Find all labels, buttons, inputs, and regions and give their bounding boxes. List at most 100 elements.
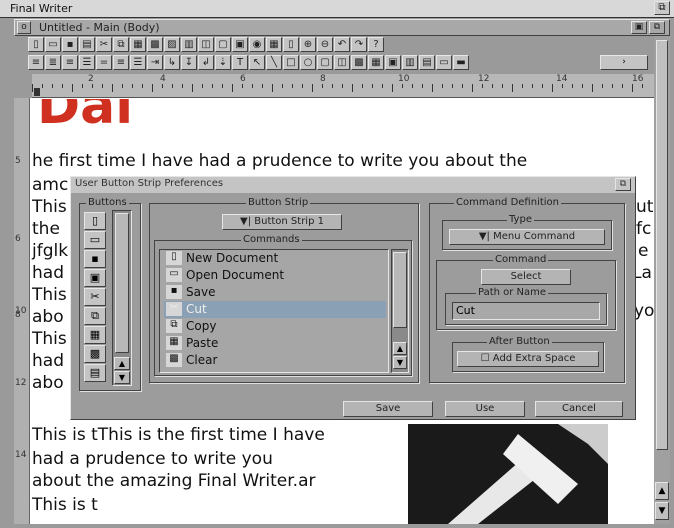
commands-scroll-thumb[interactable] xyxy=(393,252,407,328)
commands-list[interactable]: ▯ New Document ▭ Open Document ▪ Save ✂ Cut … xyxy=(159,249,389,373)
disk-icon[interactable]: ▪ xyxy=(84,250,106,268)
copy-icon[interactable]: ⧉ xyxy=(113,37,129,52)
rounded-box-icon[interactable]: ▢ xyxy=(317,55,333,70)
align-center-icon[interactable]: ≣ xyxy=(45,55,61,70)
save-disk-icon[interactable]: ▪ xyxy=(62,37,78,52)
page-icon[interactable]: ▯ xyxy=(84,212,106,230)
table-icon[interactable]: ▥ xyxy=(181,37,197,52)
ruler-tick xyxy=(572,84,573,88)
zoom-in-icon[interactable]: ⊕ xyxy=(300,37,316,52)
new-document-icon[interactable]: ▯ xyxy=(28,37,44,52)
justify-icon[interactable]: ☰ xyxy=(79,55,95,70)
dialog-depth-icon[interactable]: ⧉ xyxy=(615,178,631,191)
scroll-down-arrow-icon[interactable]: ▼ xyxy=(393,356,407,369)
column-icon[interactable]: ▥ xyxy=(402,55,418,70)
zoom-out-icon[interactable]: ⊖ xyxy=(317,37,333,52)
spacing-double-icon[interactable]: ≡ xyxy=(113,55,129,70)
list-item[interactable]: ▪ Save xyxy=(164,284,386,301)
spacing-single-icon[interactable]: = xyxy=(96,55,112,70)
fill-icon[interactable]: ▩ xyxy=(351,55,367,70)
tab-left-icon[interactable]: ↳ xyxy=(164,55,180,70)
save-button[interactable]: Save xyxy=(343,401,433,417)
ruler-tick xyxy=(242,84,243,88)
clear-icon[interactable]: ▨ xyxy=(164,37,180,52)
clear-icon[interactable]: ▩ xyxy=(84,345,106,363)
embedded-image[interactable] xyxy=(408,424,608,524)
use-button[interactable]: Use xyxy=(445,401,525,417)
cancel-button[interactable]: Cancel xyxy=(535,401,623,417)
scroll-down-arrow-icon[interactable]: ▼ xyxy=(114,371,130,384)
graphic-icon[interactable]: ◫ xyxy=(198,37,214,52)
tab-right-icon[interactable]: ↲ xyxy=(198,55,214,70)
vertical-ruler: 5 6 8 10 12 14 xyxy=(14,98,30,524)
commands-scrollbar[interactable]: ▲ ▼ xyxy=(391,249,409,373)
frame-tool-icon[interactable]: ◫ xyxy=(334,55,350,70)
list-item[interactable]: ▯ New Document xyxy=(164,250,386,267)
align-right-icon[interactable]: ≡ xyxy=(62,55,78,70)
oval-tool-icon[interactable]: ○ xyxy=(300,55,316,70)
print-icon[interactable]: ▤ xyxy=(79,37,95,52)
grid-icon[interactable]: ▦ xyxy=(266,37,282,52)
scroll-down-arrow-icon[interactable]: ▼ xyxy=(655,502,669,520)
copy-icon[interactable]: ⧉ xyxy=(84,307,106,325)
scissors-icon[interactable]: ✂ xyxy=(84,288,106,306)
buttons-scrollbar[interactable]: ▲ ▼ xyxy=(112,210,132,386)
dialog-title-bar[interactable]: User Button Strip Preferences ⧉ xyxy=(71,177,635,193)
add-extra-space-checkbox[interactable]: ☐ Add Extra Space xyxy=(457,351,599,367)
table-icon[interactable]: ▤ xyxy=(84,364,106,382)
image-icon[interactable]: ▩ xyxy=(147,37,163,52)
type-cycle[interactable]: ▼| Menu Command xyxy=(449,229,605,245)
undo-icon[interactable]: ↶ xyxy=(334,37,350,52)
tab-center-icon[interactable]: ↧ xyxy=(181,55,197,70)
list-item[interactable]: ▦ Paste xyxy=(164,335,386,352)
disk-icon[interactable]: ▣ xyxy=(84,269,106,287)
footer-icon[interactable]: ▬ xyxy=(453,55,469,70)
picture-icon[interactable]: ▣ xyxy=(385,55,401,70)
header-icon[interactable]: ▭ xyxy=(436,55,452,70)
scroll-up-arrow-icon[interactable]: ▲ xyxy=(655,482,669,500)
paste-icon[interactable]: ▦ xyxy=(84,326,106,344)
tab-decimal-icon[interactable]: ⇣ xyxy=(215,55,231,70)
ruler-margin-marker[interactable] xyxy=(34,88,40,96)
path-field[interactable]: Cut xyxy=(452,302,600,320)
screen-depth-gadget[interactable]: ⧉ xyxy=(654,1,670,15)
scrollbar-thumb[interactable] xyxy=(656,40,668,450)
line-tool-icon[interactable]: ╲ xyxy=(266,55,282,70)
box-tool-icon[interactable]: □ xyxy=(283,55,299,70)
zoom-gadget-icon[interactable]: ▣ xyxy=(631,21,647,34)
buttons-scroll-thumb[interactable] xyxy=(115,213,129,353)
textbox-icon[interactable]: ▣ xyxy=(232,37,248,52)
folder-icon[interactable]: ▭ xyxy=(84,231,106,249)
scroll-up-arrow-icon[interactable]: ▲ xyxy=(393,342,407,355)
ruler-tick xyxy=(562,84,563,88)
scroll-up-arrow-icon[interactable]: ▲ xyxy=(114,357,130,370)
button-strip-cycle[interactable]: ▼| Button Strip 1 xyxy=(222,214,342,230)
list-item-selected[interactable]: ✂ Cut xyxy=(164,301,386,318)
list-item[interactable]: ⧉ Copy xyxy=(164,318,386,335)
list-item[interactable]: ▩ Clear xyxy=(164,352,386,369)
close-gadget-icon[interactable]: o xyxy=(17,21,31,34)
paste-icon[interactable]: ▦ xyxy=(130,37,146,52)
window-title-bar[interactable]: o Untitled - Main (Body) ▣ ⧉ xyxy=(14,19,670,36)
cut-icon[interactable]: ✂ xyxy=(96,37,112,52)
ruler-tick xyxy=(42,84,43,88)
page-icon[interactable]: ▯ xyxy=(283,37,299,52)
doc-line: amc xyxy=(32,175,69,195)
view-icon[interactable]: ◉ xyxy=(249,37,265,52)
depth-gadget-icon[interactable]: ⧉ xyxy=(649,21,665,34)
toolbar-scroll-arrow[interactable]: › xyxy=(600,55,648,70)
pointer-tool-icon[interactable]: ↖ xyxy=(249,55,265,70)
align-left-icon[interactable]: ≡ xyxy=(28,55,44,70)
help-icon[interactable]: ? xyxy=(368,37,384,52)
page-layout-icon[interactable]: ▤ xyxy=(419,55,435,70)
list-item[interactable]: ▭ Open Document xyxy=(164,267,386,284)
text-tool-icon[interactable]: T xyxy=(232,55,248,70)
select-button[interactable]: Select xyxy=(481,269,571,285)
horizontal-ruler[interactable]: 2 4 6 8 10 12 14 16 xyxy=(32,74,654,98)
pattern-icon[interactable]: ▦ xyxy=(368,55,384,70)
frame-icon[interactable]: ▢ xyxy=(215,37,231,52)
spacing-wide-icon[interactable]: ☰ xyxy=(130,55,146,70)
open-folder-icon[interactable]: ▭ xyxy=(45,37,61,52)
indent-icon[interactable]: ⇥ xyxy=(147,55,163,70)
redo-icon[interactable]: ↷ xyxy=(351,37,367,52)
